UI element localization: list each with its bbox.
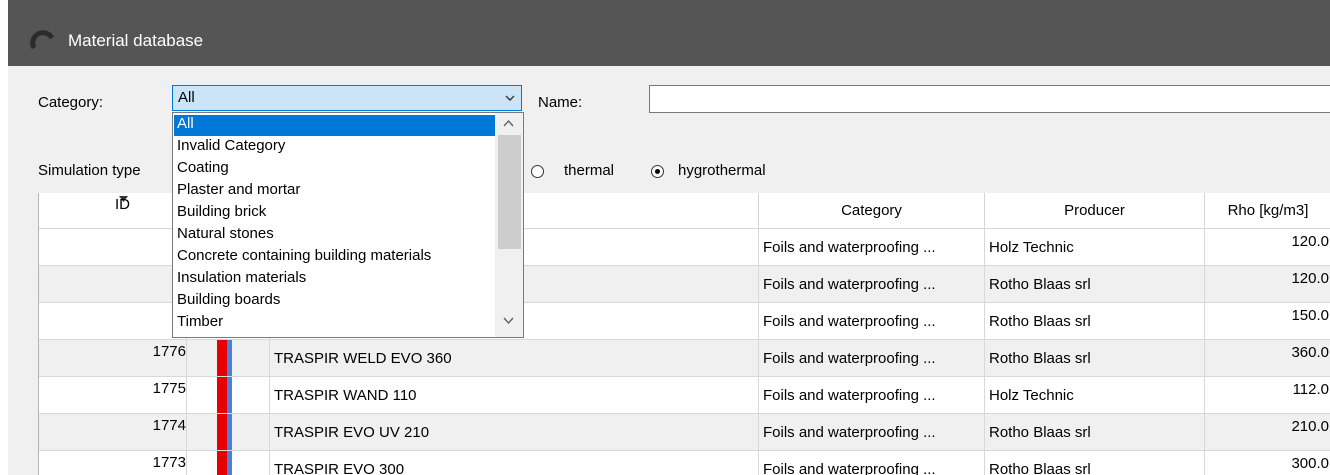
row-name: TRASPIR EVO 300 — [269, 451, 759, 475]
app-icon — [30, 30, 55, 50]
row-category: Foils and waterproofing ... — [759, 451, 985, 475]
column-header-rho[interactable]: Rho [kg/m3] — [1205, 193, 1330, 228]
row-producer: Rotho Blaas srl — [985, 303, 1205, 339]
category-combobox[interactable]: All — [172, 85, 522, 111]
dropdown-scrollbar[interactable] — [495, 113, 523, 337]
thermal-radio[interactable] — [531, 165, 544, 178]
row-id: 1776 — [39, 340, 187, 376]
row-rho: 210.0 — [1291, 418, 1329, 435]
dropdown-item-timber[interactable]: Timber — [177, 313, 495, 334]
window-title: Material database — [68, 31, 204, 50]
thermal-marker — [227, 340, 232, 376]
column-header-producer[interactable]: Producer — [985, 193, 1205, 228]
row-producer: Rotho Blaas srl — [985, 414, 1205, 450]
table-row[interactable]: 1776 TRASPIR WELD EVO 360 Foils and wate… — [39, 340, 1330, 377]
row-rho: 360.0 — [1291, 344, 1329, 361]
row-category: Foils and waterproofing ... — [759, 266, 985, 302]
name-search-input[interactable] — [649, 85, 1330, 113]
row-producer: Rotho Blaas srl — [985, 451, 1205, 475]
column-header-id-label: ID — [115, 196, 130, 213]
row-rho: 120.0 — [1291, 270, 1329, 287]
hygrothermal-radio-label: hygrothermal — [678, 162, 766, 179]
row-rho: 112.0 — [1292, 381, 1329, 398]
thermal-radio-label: thermal — [564, 162, 615, 179]
row-id: 1775 — [39, 377, 187, 413]
scroll-down-icon[interactable] — [503, 317, 514, 325]
table-row[interactable]: 1773 TRASPIR EVO 300 Foils and waterproo… — [39, 451, 1330, 475]
dropdown-item-building-brick[interactable]: Building brick — [177, 203, 495, 224]
row-name: TRASPIR WAND 110 — [269, 377, 759, 413]
hygrothermal-radio[interactable] — [651, 165, 664, 178]
row-producer: Rotho Blaas srl — [985, 266, 1205, 302]
row-name: TRASPIR EVO UV 210 — [269, 414, 759, 450]
dropdown-item-plaster-and-mortar[interactable]: Plaster and mortar — [177, 181, 495, 202]
row-id: 1774 — [39, 414, 187, 450]
radio-selected-dot — [655, 169, 660, 174]
chevron-down-icon — [505, 95, 515, 101]
name-label: Name: — [538, 94, 583, 111]
scroll-up-icon[interactable] — [503, 119, 514, 127]
row-category: Foils and waterproofing ... — [759, 377, 985, 413]
row-producer: Holz Technic — [985, 377, 1205, 413]
dropdown-item-building-boards[interactable]: Building boards — [177, 291, 495, 312]
row-category: Foils and waterproofing ... — [759, 303, 985, 339]
thermal-marker — [227, 414, 232, 450]
table-row[interactable]: 1775 TRASPIR WAND 110 Foils and waterpro… — [39, 377, 1330, 414]
row-category: Foils and waterproofing ... — [759, 340, 985, 376]
row-id: 1 — [39, 303, 187, 339]
dropdown-item-natural-stones[interactable]: Natural stones — [177, 225, 495, 246]
row-producer: Rotho Blaas srl — [985, 340, 1205, 376]
scrollbar-thumb[interactable] — [498, 135, 521, 249]
category-label: Category: — [38, 94, 104, 111]
thermal-marker — [227, 377, 232, 413]
title-bar — [8, 0, 1330, 66]
dropdown-item-concrete[interactable]: Concrete containing building materials — [177, 247, 495, 268]
dropdown-item-coating[interactable]: Coating — [177, 159, 495, 180]
column-header-category[interactable]: Category — [759, 193, 985, 228]
category-combobox-value: All — [178, 89, 195, 106]
dropdown-item-insulation[interactable]: Insulation materials — [177, 269, 495, 290]
row-category: Foils and waterproofing ... — [759, 229, 985, 265]
row-rho: 150.0 — [1291, 307, 1329, 324]
row-rho: 300.0 — [1291, 455, 1329, 472]
row-producer: Holz Technic — [985, 229, 1205, 265]
row-id: 1 — [39, 266, 187, 302]
category-dropdown-list: All Invalid Category Coating Plaster and… — [172, 112, 524, 338]
table-row[interactable]: 1774 TRASPIR EVO UV 210 Foils and waterp… — [39, 414, 1330, 451]
row-rho: 120.0 — [1291, 233, 1329, 250]
row-category: Foils and waterproofing ... — [759, 414, 985, 450]
dropdown-item-invalid-category[interactable]: Invalid Category — [177, 137, 495, 158]
simulation-type-label: Simulation type — [38, 162, 141, 179]
dropdown-item-all[interactable]: All — [174, 115, 495, 136]
thermal-marker — [227, 451, 232, 475]
row-name: TRASPIR WELD EVO 360 — [269, 340, 759, 376]
row-id: 1773 — [39, 451, 187, 475]
row-id: 1 — [39, 229, 187, 265]
